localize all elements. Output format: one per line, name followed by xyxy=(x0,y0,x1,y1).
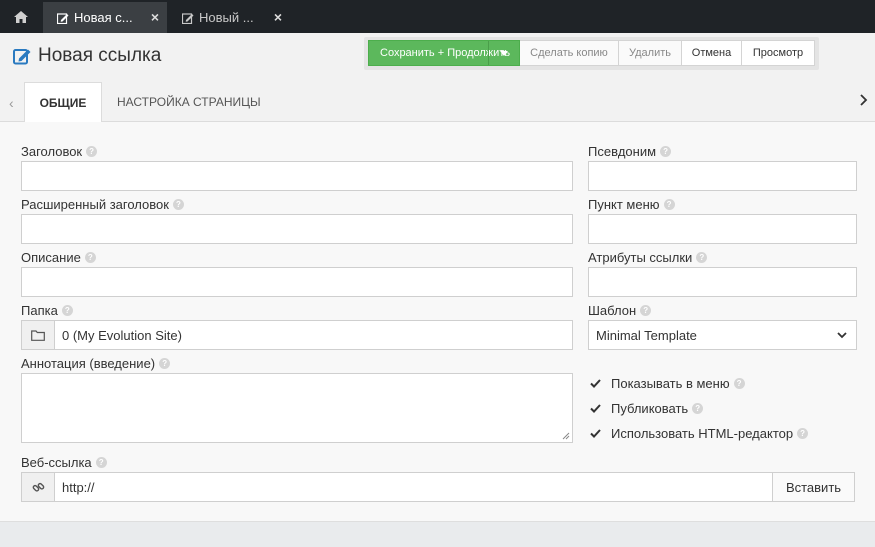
preview-button[interactable]: Просмотр xyxy=(741,40,815,66)
document-tab[interactable]: Новый ... × xyxy=(168,2,290,33)
top-tab-bar: Новая с... × Новый ... × xyxy=(0,0,875,33)
help-icon[interactable]: ? xyxy=(159,358,171,369)
resize-handle-icon[interactable] xyxy=(562,432,570,440)
save-continue-button[interactable]: Сохранить + Продолжить xyxy=(368,40,520,66)
folder-label-text: Папка xyxy=(21,303,58,318)
insert-button[interactable]: Вставить xyxy=(772,472,855,502)
help-icon[interactable]: ? xyxy=(692,403,704,414)
template-select-value: Minimal Template xyxy=(596,327,697,343)
help-icon[interactable]: ? xyxy=(172,199,184,210)
alias-label-text: Псевдоним xyxy=(588,144,657,159)
chevron-left-icon[interactable]: ‹ xyxy=(9,95,14,111)
help-icon[interactable]: ? xyxy=(663,199,675,210)
link-attributes-label-text: Атрибуты ссылки xyxy=(588,250,693,265)
publish-checkbox[interactable]: Публиковать? xyxy=(590,401,704,416)
annotation-textarea[interactable] xyxy=(21,373,573,443)
action-toolbar: Сохранить + Продолжить Сделать копию Уда… xyxy=(364,37,819,70)
weblink-label-text: Веб-ссылка xyxy=(21,455,92,470)
long-title-label: Расширенный заголовок? xyxy=(21,197,184,212)
help-icon[interactable]: ? xyxy=(660,146,672,157)
home-tab[interactable] xyxy=(0,0,42,33)
duplicate-button[interactable]: Сделать копию xyxy=(519,40,619,66)
folder-value[interactable]: 0 (My Evolution Site) xyxy=(55,321,182,349)
help-icon[interactable]: ? xyxy=(61,305,73,316)
menu-item-input[interactable] xyxy=(588,214,857,244)
publish-label: Публиковать xyxy=(611,401,689,416)
title-label-text: Заголовок xyxy=(21,144,83,159)
folder-picker-button[interactable] xyxy=(22,321,55,349)
edit-icon xyxy=(57,12,69,24)
link-attributes-input[interactable] xyxy=(588,267,857,297)
description-label-text: Описание xyxy=(21,250,81,265)
close-icon[interactable]: × xyxy=(274,9,282,25)
checkmark-icon xyxy=(590,378,601,389)
save-options-dropdown[interactable] xyxy=(488,41,519,65)
weblink-label: Веб-ссылка? xyxy=(21,455,107,470)
folder-icon xyxy=(31,329,45,341)
home-icon xyxy=(14,10,28,23)
tab-label: Новая с... xyxy=(74,10,133,25)
annotation-label-text: Аннотация (введение) xyxy=(21,356,156,371)
html-editor-checkbox[interactable]: Использовать HTML-редактор? xyxy=(590,426,809,441)
help-icon[interactable]: ? xyxy=(95,457,107,468)
document-tab-active[interactable]: Новая с... × xyxy=(43,2,167,33)
menu-item-label-text: Пункт меню xyxy=(588,197,660,212)
alias-label: Псевдоним? xyxy=(588,144,672,159)
long-title-label-text: Расширенный заголовок xyxy=(21,197,169,212)
link-addon xyxy=(22,473,55,501)
template-label: Шаблон? xyxy=(588,303,652,318)
help-icon[interactable]: ? xyxy=(86,146,98,157)
chevron-down-icon xyxy=(837,332,847,339)
html-editor-label: Использовать HTML-редактор xyxy=(611,426,794,441)
delete-button[interactable]: Удалить xyxy=(618,40,682,66)
tab-label: Новый ... xyxy=(199,10,254,25)
annotation-label: Аннотация (введение)? xyxy=(21,356,171,371)
link-icon xyxy=(32,482,44,492)
title-input[interactable] xyxy=(21,161,573,191)
weblink-field: http:// xyxy=(21,472,773,502)
description-input[interactable] xyxy=(21,267,573,297)
page-header: Новая ссылка Сохранить + Продолжить Сдел… xyxy=(0,33,875,82)
menu-item-label: Пункт меню? xyxy=(588,197,675,212)
form-panel: Заголовок? Расширенный заголовок? Описан… xyxy=(0,122,875,522)
page-title: Новая ссылка xyxy=(13,45,161,67)
section-tabs: ‹ ОБЩИЕ НАСТРОЙКА СТРАНИЦЫ xyxy=(0,82,875,123)
edit-icon xyxy=(182,12,194,24)
folder-label: Папка? xyxy=(21,303,73,318)
folder-field: 0 (My Evolution Site) xyxy=(21,320,573,350)
help-icon[interactable]: ? xyxy=(640,305,652,316)
tab-page-settings[interactable]: НАСТРОЙКА СТРАНИЦЫ xyxy=(117,82,261,122)
description-label: Описание? xyxy=(21,250,96,265)
help-icon[interactable]: ? xyxy=(733,378,745,389)
help-icon[interactable]: ? xyxy=(84,252,96,263)
long-title-input[interactable] xyxy=(21,214,573,244)
weblink-input[interactable]: http:// xyxy=(55,473,95,501)
template-select[interactable]: Minimal Template xyxy=(588,320,857,350)
help-icon[interactable]: ? xyxy=(797,428,809,439)
link-attributes-label: Атрибуты ссылки? xyxy=(588,250,708,265)
caret-down-icon xyxy=(500,50,508,56)
edit-icon xyxy=(13,49,31,65)
alias-input[interactable] xyxy=(588,161,857,191)
close-icon[interactable]: × xyxy=(151,9,159,25)
cancel-button[interactable]: Отмена xyxy=(681,40,742,66)
tab-general[interactable]: ОБЩИЕ xyxy=(24,82,102,123)
title-label: Заголовок? xyxy=(21,144,98,159)
checkmark-icon xyxy=(590,403,601,414)
show-in-menu-checkbox[interactable]: Показывать в меню? xyxy=(590,376,745,391)
checkmark-icon xyxy=(590,428,601,439)
chevron-right-icon[interactable] xyxy=(860,93,868,111)
help-icon[interactable]: ? xyxy=(696,252,708,263)
show-in-menu-label: Показывать в меню xyxy=(611,376,730,391)
template-label-text: Шаблон xyxy=(588,303,637,318)
page-title-text: Новая ссылка xyxy=(38,45,162,66)
